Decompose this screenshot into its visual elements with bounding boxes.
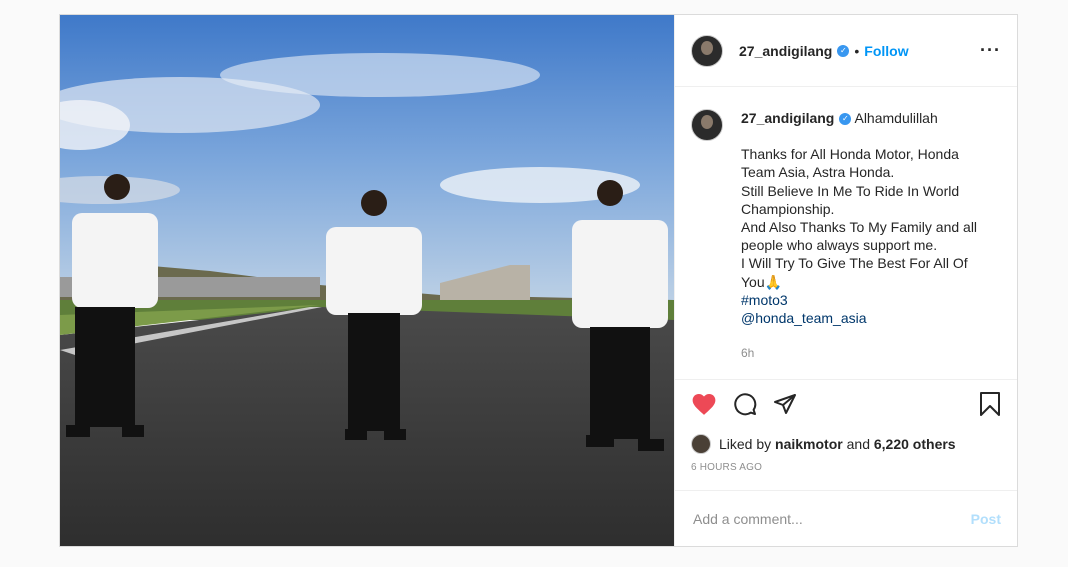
post-timestamp[interactable]: 6 HOURS AGO — [675, 456, 1017, 482]
caption-scrollbar[interactable] — [1011, 97, 1015, 377]
liker-username[interactable]: naikmotor — [775, 436, 843, 452]
author-avatar[interactable] — [691, 34, 723, 67]
caption-line: I Will Try To Give The Best For All Of — [741, 255, 968, 272]
likes-and: and — [846, 436, 870, 452]
post-comment-button[interactable]: Post — [971, 511, 1001, 527]
follow-button[interactable]: Follow — [864, 43, 908, 59]
bookmark-icon[interactable] — [979, 391, 1001, 422]
caption-line: Team Asia, Astra Honda. — [741, 164, 895, 181]
caption-author-avatar[interactable] — [691, 109, 723, 141]
post-photo[interactable] — [60, 15, 675, 546]
caption-heading: 27_andigilang ✓ Alhamdulillah — [741, 110, 938, 126]
caption-line: You🙏 — [741, 273, 783, 290]
heart-icon[interactable] — [691, 392, 717, 421]
mention-link[interactable]: @honda_team_asia — [741, 309, 996, 327]
caption-line: And Also Thanks To My Family and all — [741, 219, 978, 236]
liker-avatar[interactable] — [691, 434, 711, 454]
post-sidebar: 27_andigilang ✓ • Follow ··· 27_andigila… — [675, 15, 1017, 546]
likes-text: Liked by naikmotor and 6,220 others — [719, 436, 956, 452]
likes-prefix: Liked by — [719, 436, 772, 452]
verified-badge-icon: ✓ — [837, 44, 850, 57]
separator-dot: • — [854, 42, 860, 59]
comment-icon[interactable] — [733, 392, 757, 421]
instagram-post: 27_andigilang ✓ • Follow ··· 27_andigila… — [59, 14, 1018, 547]
more-horizontal-icon[interactable]: ··· — [980, 40, 1001, 61]
caption-first-line: Alhamdulillah — [854, 110, 938, 126]
post-photo-image — [60, 15, 674, 546]
post-header: 27_andigilang ✓ • Follow ··· — [675, 15, 1017, 87]
caption-timestamp[interactable]: 6h — [741, 344, 996, 362]
caption-line: Thanks for All Honda Motor, Honda — [741, 146, 959, 163]
hashtag-link[interactable]: #moto3 — [741, 291, 996, 309]
caption-line: Still Believe In Me To Ride In World — [741, 182, 960, 199]
likes-summary: Liked by naikmotor and 6,220 others — [675, 432, 1017, 456]
caption-area: 27_andigilang ✓ Alhamdulillah Thanks for … — [675, 87, 1017, 379]
caption-verified-badge-icon: ✓ — [839, 113, 852, 126]
caption-line: Championship. — [741, 200, 835, 217]
action-bar — [675, 379, 1017, 432]
comment-input[interactable] — [691, 509, 971, 528]
caption-username[interactable]: 27_andigilang — [741, 110, 834, 126]
author-username[interactable]: 27_andigilang — [739, 43, 832, 59]
likes-others-link[interactable]: 6,220 others — [874, 436, 956, 452]
caption-body: 27_andigilang ✓ Alhamdulillah Thanks for … — [741, 109, 996, 362]
comment-box: Post — [675, 490, 1017, 546]
caption-row: 27_andigilang ✓ Alhamdulillah Thanks for … — [691, 109, 1001, 362]
share-icon[interactable] — [773, 392, 797, 421]
caption-line: people who always support me. — [741, 237, 938, 254]
